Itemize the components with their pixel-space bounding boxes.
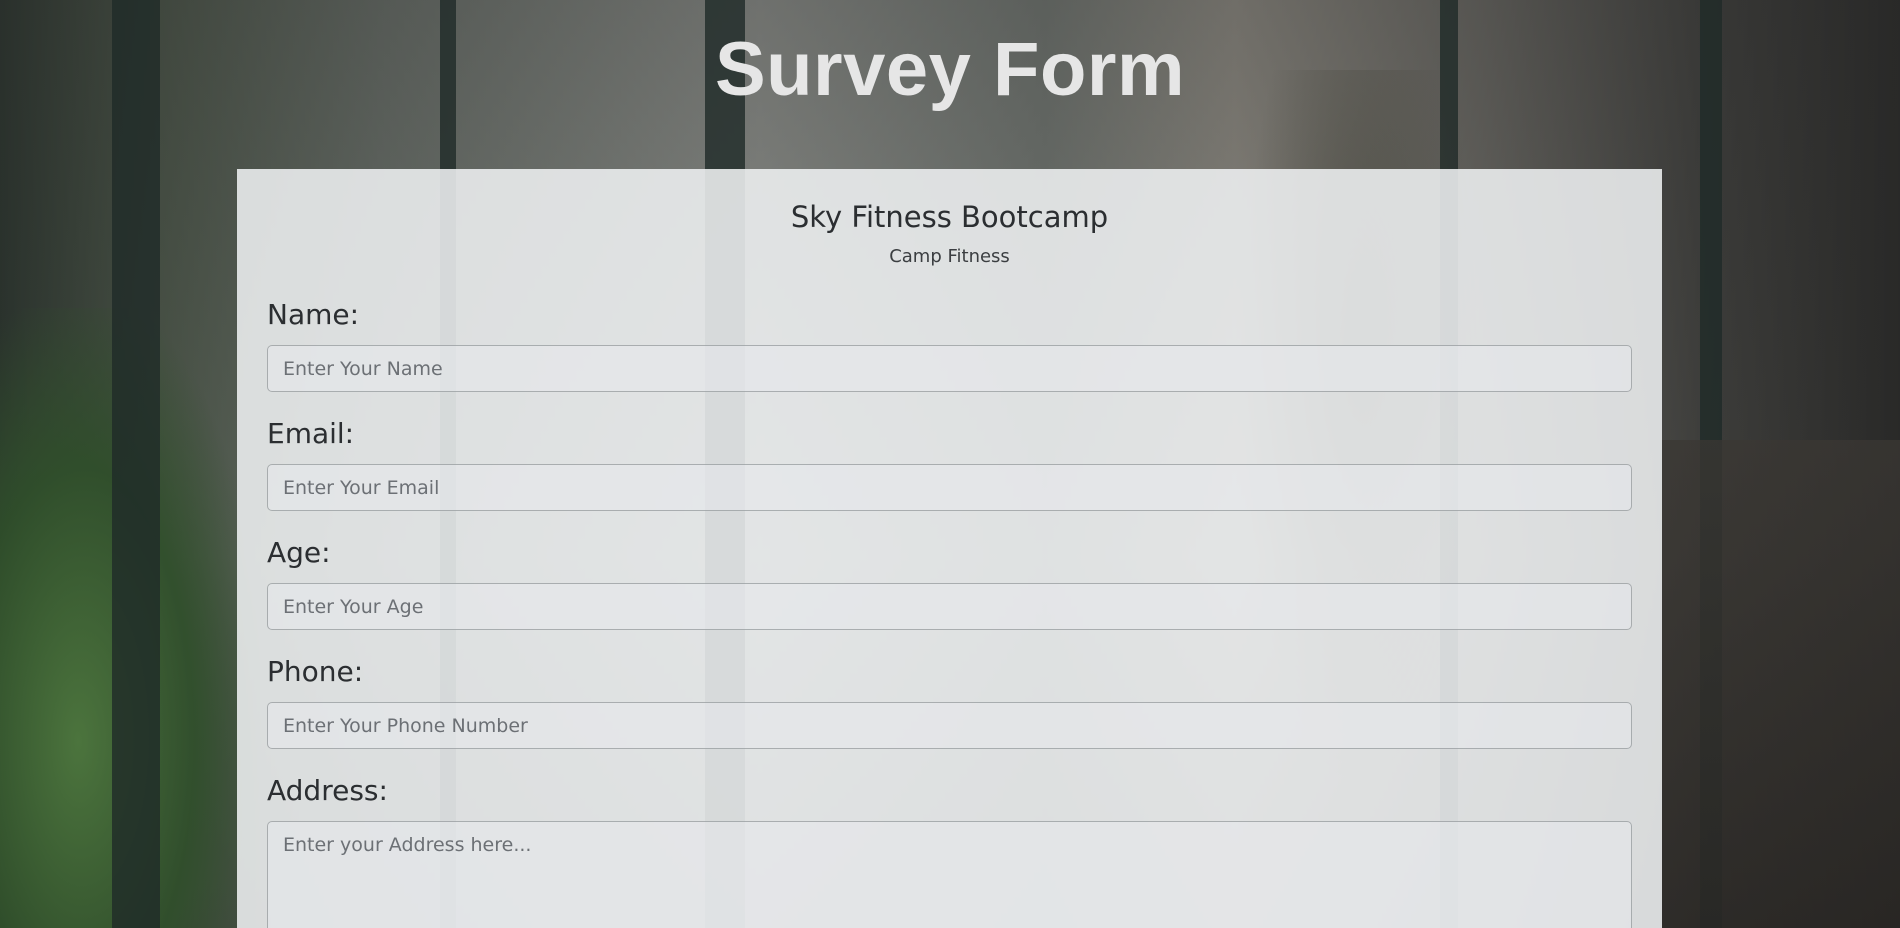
form-heading: Sky Fitness Bootcamp — [790, 200, 1109, 234]
form-subheading: Camp Fitness — [889, 246, 1010, 267]
name-input[interactable] — [267, 345, 1632, 392]
email-input[interactable] — [267, 464, 1632, 511]
email-field-group: Email: — [267, 416, 1632, 511]
address-label: Address: — [267, 774, 388, 807]
phone-label: Phone: — [267, 655, 364, 688]
name-field-group: Name: — [267, 297, 1632, 392]
age-label: Age: — [267, 536, 331, 569]
phone-input[interactable] — [267, 702, 1632, 749]
age-field-group: Age: — [267, 535, 1632, 630]
email-label: Email: — [267, 417, 355, 450]
background-equipment — [1660, 440, 1900, 928]
survey-form: Sky Fitness Bootcamp Camp Fitness Name: … — [237, 169, 1662, 928]
age-input[interactable] — [267, 583, 1632, 630]
phone-field-group: Phone: — [267, 654, 1632, 749]
page-title: Survey Form — [714, 27, 1186, 112]
address-field-group: Address: — [267, 773, 1632, 928]
background-window-frame — [112, 0, 160, 928]
address-textarea[interactable] — [267, 821, 1632, 928]
name-label: Name: — [267, 298, 360, 331]
